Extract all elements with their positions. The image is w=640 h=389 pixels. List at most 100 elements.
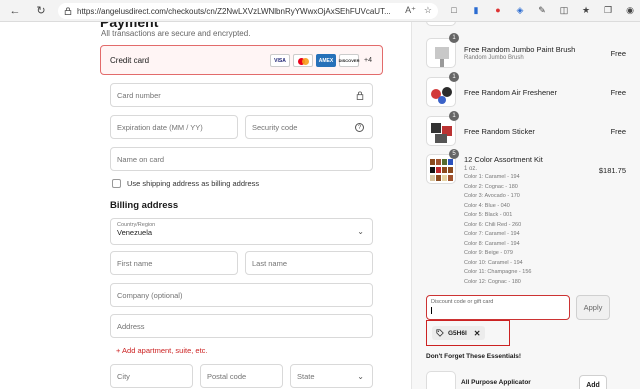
kit-color: Color 7: Caramel - 194 — [464, 231, 520, 237]
use-shipping-checkbox-row[interactable]: Use shipping address as billing address — [112, 179, 259, 188]
last-name-placeholder: Last name — [252, 258, 288, 268]
lock-icon — [64, 7, 72, 15]
item-name: Free Random Air Freshener — [464, 88, 557, 97]
credit-card-option[interactable]: Credit card VISA AMEX DISCOVER +4 — [100, 45, 383, 75]
discover-icon: DISCOVER — [339, 54, 359, 67]
chevron-down-icon: ⌄ — [357, 227, 364, 236]
mastercard-icon — [293, 54, 314, 67]
kit-color: Color 3: Avocado - 170 — [464, 193, 520, 199]
state-placeholder: State — [297, 371, 315, 381]
kit-color-list: Color 1: Caramel - 194 Color 2: Cognac -… — [464, 173, 531, 287]
add-essential-button[interactable]: Add — [579, 375, 607, 389]
more-cards-badge: +4 — [364, 57, 372, 64]
name-on-card-field[interactable]: Name on card — [110, 147, 373, 171]
quantity-badge: 5 — [449, 149, 459, 159]
extension-icon[interactable]: ● — [492, 4, 504, 16]
applied-code: G5H6I — [448, 329, 467, 337]
company-field[interactable]: Company (optional) — [110, 283, 373, 307]
security-code-placeholder: Security code — [252, 122, 298, 132]
checkout-form: Payment All transactions are secure and … — [0, 22, 412, 389]
quantity-badge: 1 — [449, 111, 459, 121]
country-value: Venezuela — [117, 228, 153, 237]
address-placeholder: Address — [117, 321, 145, 331]
first-name-field[interactable]: First name — [110, 251, 238, 275]
city-placeholder: City — [117, 371, 130, 381]
country-select[interactable]: Country/Region Venezuela ⌄ — [110, 218, 373, 245]
amex-icon: AMEX — [316, 54, 337, 67]
kit-color: Color 8: Caramel - 194 — [464, 240, 520, 247]
add-apartment-link[interactable]: + Add apartment, suite, etc. — [116, 346, 208, 355]
quantity-badge: 1 — [449, 72, 459, 82]
first-name-placeholder: First name — [117, 258, 153, 268]
expiration-date-field[interactable]: Expiration date (MM / YY) — [110, 115, 238, 139]
reload-icon[interactable]: ↻ — [34, 4, 48, 18]
postal-code-placeholder: Postal code — [207, 371, 247, 381]
essential-item-name: All Purpose Applicator — [461, 379, 531, 386]
product-thumbnail — [426, 22, 456, 26]
discount-placeholder: Discount code or gift card — [431, 299, 494, 305]
kit-color: Color 5: Black - 001 — [464, 212, 513, 218]
use-shipping-label: Use shipping address as billing address — [127, 179, 260, 188]
city-field[interactable]: City — [110, 364, 193, 388]
credit-card-label: Credit card — [110, 55, 150, 65]
name-on-card-placeholder: Name on card — [117, 154, 165, 164]
back-icon[interactable]: ← — [8, 4, 22, 18]
favorite-star-icon[interactable]: ☆ — [424, 5, 432, 16]
address-bar[interactable]: https://angelusdirect.com/checkouts/cn/Z… — [58, 3, 438, 19]
card-number-field[interactable]: Card number — [110, 83, 373, 107]
kit-color: Color 9: Beige - 079 — [464, 250, 513, 256]
kit-color: Color 6: Chili Red - 260 — [464, 221, 522, 228]
last-name-field[interactable]: Last name — [245, 251, 373, 275]
remove-code-icon[interactable]: ✕ — [474, 329, 481, 338]
collections-icon[interactable]: ❐ — [602, 4, 614, 16]
billing-address-title: Billing address — [110, 200, 179, 211]
applicator-thumbnail — [426, 371, 456, 389]
security-code-field[interactable]: Security code ? — [245, 115, 373, 139]
kit-color: Color 1: Caramel - 194 — [464, 174, 520, 180]
order-summary: 1 Free Random Jumbo Paint Brush Random J… — [412, 22, 640, 389]
kit-color: Color 11: Champagne - 156 — [464, 269, 532, 275]
profile-icon[interactable]: ◉ — [624, 4, 636, 16]
address-field[interactable]: Address — [110, 314, 373, 338]
help-icon[interactable]: ? — [355, 123, 364, 132]
visa-icon: VISA — [270, 54, 291, 67]
apply-button[interactable]: Apply — [576, 295, 610, 320]
item-price: Free — [610, 49, 626, 58]
browser-toolbar: ← ↻ https://angelusdirect.com/checkouts/… — [0, 0, 640, 22]
applied-code-highlight: G5H6I ✕ — [426, 320, 510, 346]
applied-discount-chip: G5H6I ✕ — [432, 326, 485, 340]
extensions-puzzle-icon[interactable]: ✎ — [536, 4, 548, 16]
item-name: Free Random Sticker — [464, 127, 535, 136]
quantity-badge: 1 — [449, 33, 459, 43]
item-variant: 1 oz. — [464, 166, 478, 172]
extension-icon[interactable]: □ — [448, 4, 460, 16]
postal-code-field[interactable]: Postal code — [200, 364, 283, 388]
split-screen-icon[interactable]: ◫ — [558, 4, 570, 16]
favorites-icon[interactable]: ★ — [580, 4, 592, 16]
payment-subtitle: All transactions are secure and encrypte… — [101, 29, 251, 38]
item-name: Free Random Jumbo Paint Brush — [464, 45, 576, 54]
card-number-placeholder: Card number — [117, 90, 161, 100]
essentials-title: Don't Forget These Essentials! — [426, 353, 522, 360]
url-text: https://angelusdirect.com/checkouts/cn/Z… — [77, 6, 391, 16]
kit-color: Color 4: Blue - 040 — [464, 202, 510, 209]
text-cursor — [431, 307, 432, 314]
tag-icon — [436, 329, 444, 337]
discount-code-input[interactable]: Discount code or gift card — [426, 295, 570, 320]
item-price: $181.75 — [598, 166, 626, 175]
read-aloud-icon[interactable]: A⁺ — [405, 5, 416, 16]
state-select[interactable]: State ⌄ — [290, 364, 373, 388]
item-price: Free — [610, 88, 626, 97]
kit-color: Color 12: Cognac - 180 — [464, 278, 521, 285]
kit-color: Color 10: Caramel - 194 — [464, 259, 523, 266]
item-variant: Random Jumbo Brush — [464, 55, 524, 61]
extension-icon[interactable]: ▮ — [470, 4, 482, 16]
expiration-placeholder: Expiration date (MM / YY) — [117, 122, 203, 132]
company-placeholder: Company (optional) — [117, 290, 183, 300]
chevron-down-icon: ⌄ — [357, 372, 364, 381]
use-shipping-checkbox[interactable] — [112, 179, 121, 188]
item-price: Free — [610, 127, 626, 136]
extension-icon[interactable]: ◈ — [514, 4, 526, 16]
lock-icon — [356, 91, 364, 102]
item-name: 12 Color Assortment Kit — [464, 155, 543, 164]
